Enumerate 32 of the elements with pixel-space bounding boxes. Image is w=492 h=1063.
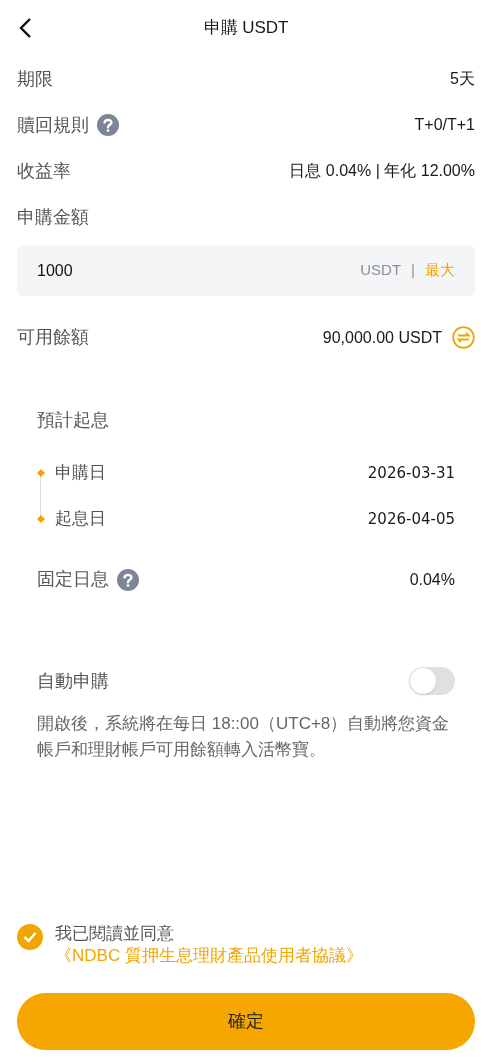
detail-label: 贖回規則 (17, 113, 89, 137)
divider-label: | (411, 260, 415, 281)
auto-label: 自動申購 (37, 669, 109, 693)
schedule-title: 預計起息 (37, 409, 110, 432)
detail-label: 收益率 (17, 159, 71, 183)
detail-value: 5天 (450, 69, 475, 89)
detail-value: 日息 0.04% | 年化 12.00% (289, 161, 475, 181)
diamond-icon (37, 469, 45, 477)
auto-toggle[interactable] (409, 667, 455, 695)
step-label: 起息日 (55, 508, 106, 531)
auto-description: 開啟後，系統將在每日 18::00（UTC+8）自動將您資金帳戶和理財帳戶可用餘額轉入活幣寶。 (37, 713, 451, 761)
check-icon (23, 931, 37, 943)
balance-value: 90,000.00 USDT (322, 327, 442, 348)
diamond-icon (37, 515, 45, 523)
agreement-text: 我已閱讀並同意 《NDBC 質押生息理財產品使用者協議》 (55, 923, 364, 967)
step-date: 2026-04-05 (367, 508, 455, 530)
detail-label: 期限 (17, 67, 53, 91)
page-title: 申購 USDT (203, 17, 289, 40)
help-icon[interactable] (117, 568, 139, 591)
fixed-rate-value: 0.04% (409, 569, 455, 590)
unit-label: USDT (360, 260, 402, 281)
amount-field[interactable]: 1000 USDT | 最大 (17, 245, 475, 296)
amount-label: 申購金額 (17, 206, 90, 229)
detail-value: T+0/T+1 (414, 115, 475, 135)
step-label: 申購日 (55, 462, 106, 485)
transfer-icon[interactable] (452, 326, 475, 349)
confirm-button[interactable]: 確定 (17, 993, 475, 1050)
balance-label: 可用餘額 (17, 326, 89, 349)
agree-checkbox[interactable] (17, 924, 43, 950)
help-icon[interactable] (97, 114, 119, 136)
fixed-rate-label: 固定日息 (37, 568, 109, 591)
step-date: 2026-03-31 (367, 462, 455, 484)
